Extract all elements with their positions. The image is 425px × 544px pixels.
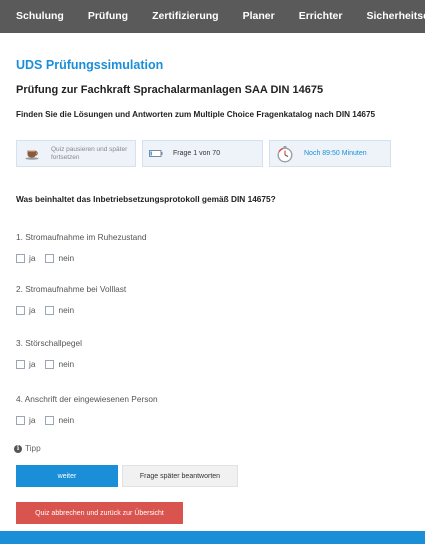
checkbox-label-nein: nein	[58, 305, 75, 315]
checkbox[interactable]	[16, 415, 25, 425]
checkbox-label-ja: ja	[29, 415, 36, 425]
answer-later-button[interactable]: Frage später beantworten	[122, 465, 238, 487]
footer-bar	[0, 531, 425, 544]
quiz-title: Prüfung zur Fachkraft Sprachalarmanlagen…	[16, 84, 324, 96]
checkbox[interactable]	[45, 305, 55, 315]
answer-label: 4. Anschrift der eingewiesenen Person	[16, 394, 158, 404]
nav-item-errichter[interactable]: Errichter	[287, 0, 355, 33]
answer-3-no[interactable]: nein	[45, 359, 74, 369]
answer-1-yes[interactable]: ja	[16, 253, 35, 263]
nav-item-zertifizierung[interactable]: Zertifizierung	[140, 0, 231, 33]
checkbox[interactable]	[45, 253, 55, 263]
answer-2-no[interactable]: nein	[45, 305, 74, 315]
pause-quiz-button[interactable]: Quiz pausieren und später fortsetzen	[16, 140, 136, 167]
quiz-subtitle: Finden Sie die Lösungen und Antworten zu…	[16, 110, 376, 119]
checkbox-label-ja: ja	[29, 359, 36, 369]
checkbox-label-nein: nein	[58, 359, 75, 369]
top-navigation: Schulung Prüfung Zertifizierung Planer E…	[0, 0, 425, 33]
checkbox-label-ja: ja	[29, 305, 36, 315]
progress-fill	[150, 151, 152, 156]
checkbox[interactable]	[45, 415, 55, 425]
abort-quiz-button[interactable]: Quiz abbrechen und zurück zur Übersicht	[16, 502, 183, 524]
info-icon: i	[14, 444, 22, 453]
nav-item-sicherheitsdienst[interactable]: Sicherheitsdien	[355, 0, 425, 33]
next-button[interactable]: weiter	[16, 465, 118, 487]
nav-item-pruefung[interactable]: Prüfung	[76, 0, 140, 33]
quiz-content: UDS Prüfungssimulation Prüfung zur Fachk…	[14, 58, 425, 524]
tipp-label: Tipp	[25, 444, 41, 453]
nav-item-planer[interactable]: Planer	[231, 0, 287, 33]
answer-4-yes[interactable]: ja	[16, 415, 35, 425]
question-counter: Frage 1 von 70	[173, 150, 221, 157]
answer-option: 4. Anschrift der eingewiesenen Person ja…	[16, 394, 158, 425]
answer-4-no[interactable]: nein	[45, 415, 74, 425]
tipp-link[interactable]: i Tipp	[14, 444, 41, 453]
answer-3-yes[interactable]: ja	[16, 359, 35, 369]
stopwatch-icon	[276, 145, 294, 163]
timer-label: Noch 89:50 Minuten	[304, 150, 367, 157]
checkbox[interactable]	[16, 359, 25, 369]
pause-quiz-label: Quiz pausieren und später fortsetzen	[51, 145, 128, 161]
battery-icon	[149, 150, 163, 157]
answer-label: 1. Stromaufnahme im Ruhezustand	[16, 232, 147, 242]
checkbox[interactable]	[45, 359, 55, 369]
checkbox[interactable]	[16, 305, 25, 315]
app-title: UDS Prüfungssimulation	[16, 58, 164, 72]
quiz-info-bar: Quiz pausieren und später fortsetzen Fra…	[16, 140, 391, 167]
checkbox-label-nein: nein	[58, 253, 75, 263]
answer-2-yes[interactable]: ja	[16, 305, 35, 315]
answer-option: 2. Stromaufnahme bei Volllast ja nein	[16, 284, 126, 315]
answer-label: 2. Stromaufnahme bei Volllast	[16, 284, 127, 294]
answer-choices: ja nein	[16, 305, 126, 315]
nav-item-schulung[interactable]: Schulung	[0, 0, 76, 33]
answer-option: 1. Stromaufnahme im Ruhezustand ja nein	[16, 232, 147, 263]
answer-option: 3. Störschallpegel ja nein	[16, 338, 84, 369]
time-remaining: Noch 89:50 Minuten	[269, 140, 391, 167]
checkbox[interactable]	[16, 253, 25, 263]
question-progress: Frage 1 von 70	[142, 140, 263, 167]
answer-label: 3. Störschallpegel	[16, 338, 82, 348]
answer-1-no[interactable]: nein	[45, 253, 74, 263]
question-text: Was beinhaltet das Inbetriebsetzungsprot…	[16, 194, 276, 204]
coffee-cup-icon	[25, 148, 41, 160]
answer-choices: ja nein	[16, 415, 158, 425]
checkbox-label-ja: ja	[29, 253, 36, 263]
checkbox-label-nein: nein	[58, 415, 75, 425]
answer-choices: ja nein	[16, 253, 147, 263]
answer-choices: ja nein	[16, 359, 84, 369]
